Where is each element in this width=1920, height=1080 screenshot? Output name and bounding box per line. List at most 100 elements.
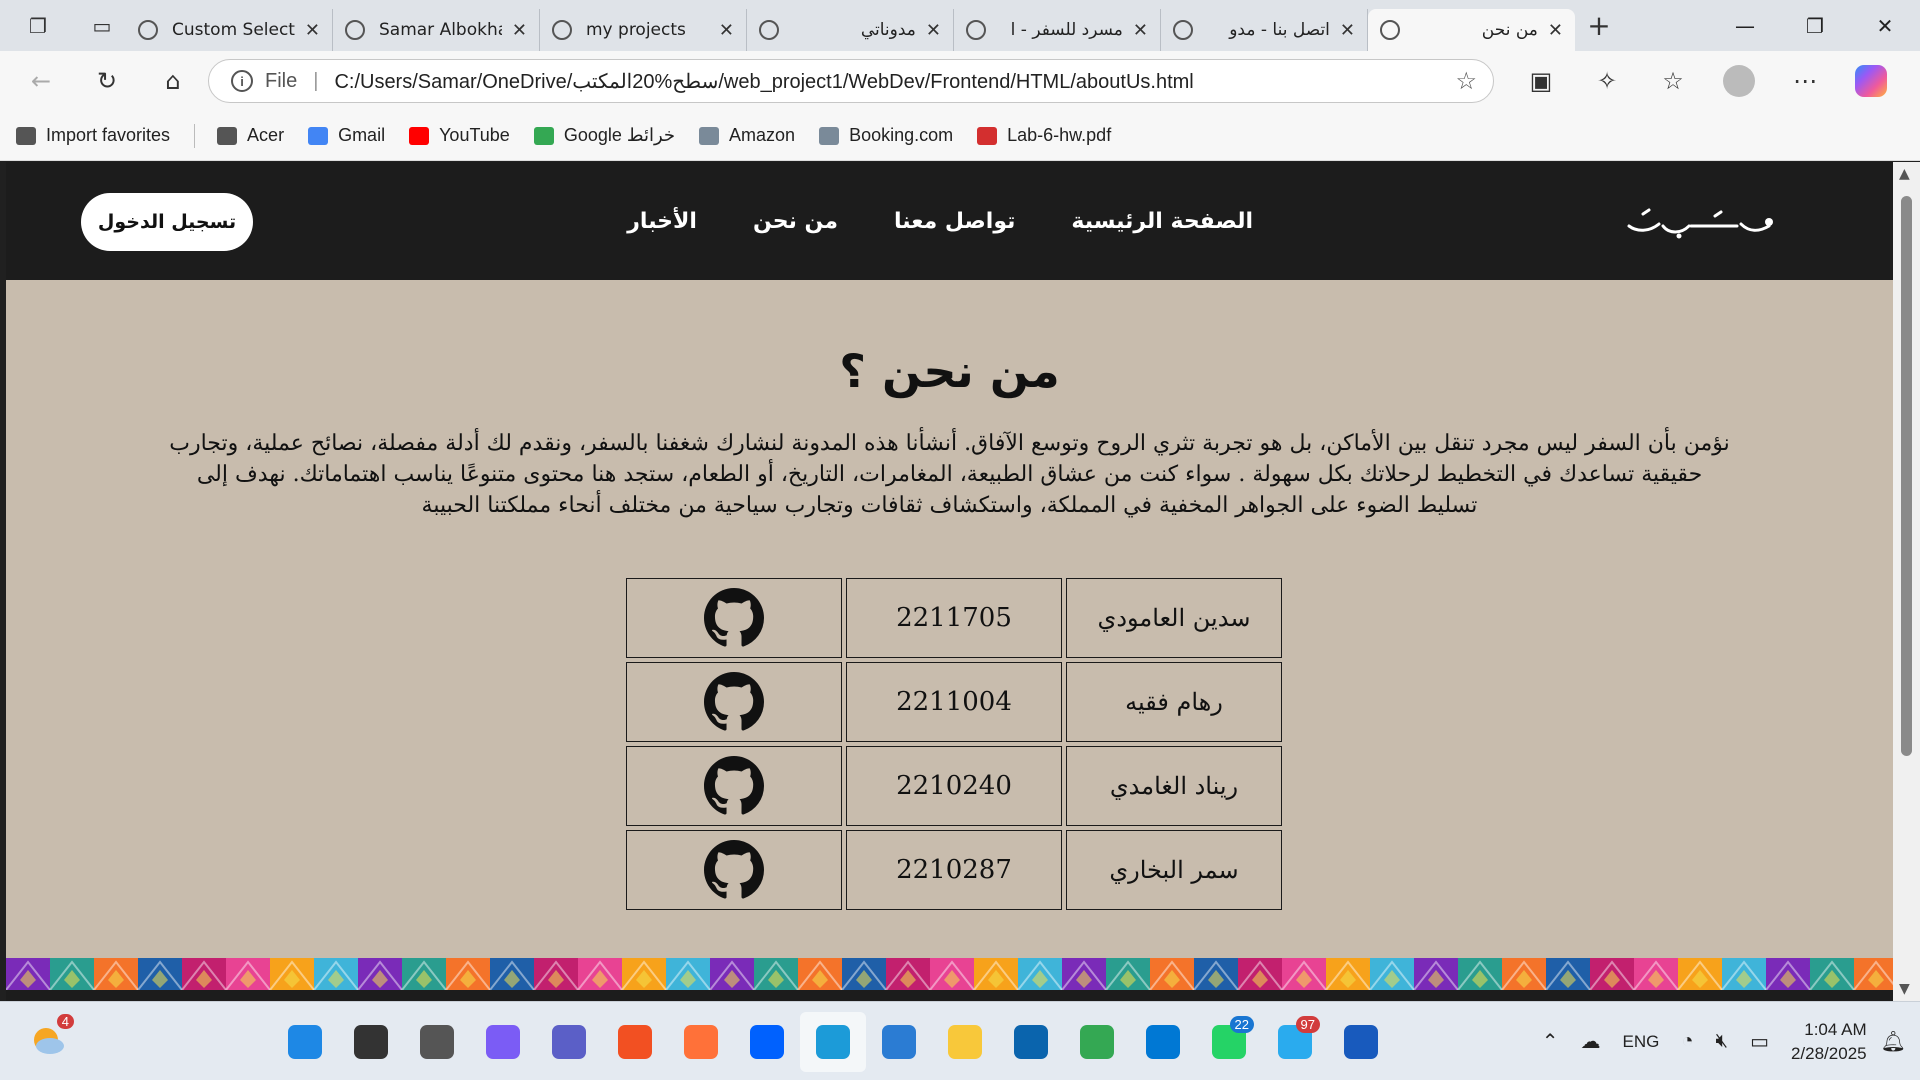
tab-title: Samar Albokhari [379, 20, 502, 40]
home-button[interactable]: ⌂ [140, 51, 206, 111]
favorite-label: Booking.com [849, 125, 954, 145]
favorite-label: Google خرائط [563, 125, 676, 145]
member-name: سدين العامودي [1066, 578, 1282, 658]
address-bar[interactable]: i File | C:/Users/Samar/OneDrive/سطح%20ا… [208, 59, 1494, 103]
scrollbar-thumb[interactable] [1901, 196, 1912, 756]
tab-title: مسرد للسفر - ا [1010, 20, 1123, 40]
nav-link[interactable]: من نحن [753, 209, 838, 234]
telegram-icon[interactable]: 97 [1262, 1012, 1328, 1072]
store-icon[interactable] [602, 1012, 668, 1072]
file-explorer-icon[interactable] [932, 1012, 998, 1072]
github-link[interactable] [626, 746, 842, 826]
whatsapp-icon[interactable]: 22 [1196, 1012, 1262, 1072]
workspaces-icon[interactable]: ❐ [20, 8, 56, 44]
onedrive-icon[interactable]: ☁ [1581, 1029, 1601, 1054]
minimize-button[interactable]: — [1710, 0, 1780, 51]
member-id: 2211705 [846, 578, 1062, 658]
search-icon[interactable] [338, 1012, 404, 1072]
weather-widget[interactable]: 4 [28, 1014, 74, 1060]
login-button[interactable]: تسجيل الدخول [81, 193, 253, 251]
close-tab-icon[interactable]: ✕ [719, 20, 734, 41]
edge-icon[interactable] [800, 1012, 866, 1072]
page-favicon-icon [552, 20, 572, 40]
wifi-icon[interactable]: ◔ [1681, 1030, 1693, 1053]
favorite-item[interactable]: Acer [217, 125, 284, 146]
pdf-icon [977, 126, 998, 145]
notification-icon[interactable]: 🔔︎ [1881, 1029, 1906, 1054]
nav-link[interactable]: الأخبار [627, 209, 697, 234]
firefox-icon[interactable] [668, 1012, 734, 1072]
close-tab-icon[interactable]: ✕ [305, 20, 320, 41]
start-icon[interactable] [272, 1012, 338, 1072]
favorite-item[interactable]: Booking.com [819, 125, 953, 146]
copilot-icon[interactable] [1838, 51, 1904, 111]
favorite-item[interactable]: Amazon [699, 125, 795, 146]
dropbox-icon[interactable] [734, 1012, 800, 1072]
calendar-icon[interactable] [866, 1012, 932, 1072]
battery-icon[interactable]: ▭ [1750, 1029, 1769, 1054]
close-tab-icon[interactable]: ✕ [1340, 20, 1355, 41]
member-name: سمر البخاري [1066, 830, 1282, 910]
back-button[interactable]: ← [8, 51, 74, 111]
github-link[interactable] [626, 830, 842, 910]
vertical-tabs-icon[interactable]: ▭ [84, 8, 120, 44]
clock-time: 1:04 AM [1804, 1019, 1867, 1039]
chrome-icon[interactable] [1064, 1012, 1130, 1072]
close-tab-icon[interactable]: ✕ [1548, 20, 1563, 41]
url-text[interactable]: C:/Users/Samar/OneDrive/سطح%20المكتب/web… [334, 69, 1455, 94]
favorite-item[interactable]: Gmail [308, 125, 385, 146]
profile-avatar[interactable] [1706, 51, 1772, 111]
nav-link[interactable]: الصفحة الرئيسية [1071, 209, 1253, 234]
close-window-button[interactable]: ✕ [1850, 0, 1920, 51]
favorite-item[interactable]: Google خرائط [533, 125, 676, 146]
extensions-icon[interactable]: ✧ [1574, 51, 1640, 111]
github-link[interactable] [626, 662, 842, 742]
more-menu-icon[interactable]: ⋯ [1772, 51, 1838, 111]
browser-tab[interactable]: my projects ✕ [540, 9, 747, 51]
browser-tab[interactable]: مسرد للسفر - ا ✕ [954, 9, 1161, 51]
taskbar-apps: 22 97 [272, 1012, 1394, 1072]
page-favicon-icon [1380, 20, 1400, 40]
site-info-icon[interactable]: i [231, 70, 253, 92]
new-tab-button[interactable]: + [1575, 5, 1623, 47]
app-badge: 97 [1295, 1016, 1320, 1033]
copilot-icon[interactable] [470, 1012, 536, 1072]
browser-tab[interactable]: Samar Albokhari ✕ [333, 9, 540, 51]
folder-icon [217, 126, 238, 145]
scroll-up-icon[interactable]: ▲ [1899, 166, 1910, 182]
outlook-icon[interactable] [998, 1012, 1064, 1072]
browser-tab[interactable]: اتصل بنا - مدو ✕ [1161, 9, 1368, 51]
word-icon[interactable] [1328, 1012, 1394, 1072]
system-tray: ⌃ ☁ ENG ◔ 🔇︎ ▭ 1:04 AM 2/28/2025 🔔︎ [1542, 1002, 1920, 1080]
reading-view-icon[interactable]: ▣ [1508, 51, 1574, 111]
language-indicator[interactable]: ENG [1623, 1032, 1660, 1052]
favorite-star-icon[interactable]: ☆ [1455, 67, 1477, 96]
clock-date: 2/28/2025 [1790, 1043, 1867, 1063]
refresh-button[interactable]: ↻ [74, 51, 140, 111]
github-link[interactable] [626, 578, 842, 658]
favorites-bar: Import favorites Acer Gmail YouTube Google خ… [0, 111, 1920, 161]
browser-tab[interactable]: من نحن ✕ [1368, 9, 1575, 51]
restore-button[interactable]: ❐ [1780, 0, 1850, 51]
close-tab-icon[interactable]: ✕ [1133, 20, 1148, 41]
page-scrollbar[interactable]: ▲ ▼ [1893, 162, 1920, 1001]
browser-tab[interactable]: مدوناتي ✕ [747, 9, 954, 51]
scroll-down-icon[interactable]: ▼ [1899, 981, 1910, 997]
clock[interactable]: 1:04 AM 2/28/2025 [1791, 1018, 1867, 1066]
favorite-item[interactable]: Import favorites [16, 125, 170, 146]
show-hidden-icons[interactable]: ⌃ [1542, 1029, 1559, 1054]
favorites-icon[interactable]: ☆ [1640, 51, 1706, 111]
close-tab-icon[interactable]: ✕ [512, 20, 527, 41]
volume-muted-icon[interactable]: 🔇︎ [1715, 1030, 1728, 1053]
site-logo [1627, 208, 1773, 239]
browser-tab[interactable]: Custom Select ✕ [126, 9, 333, 51]
vscode-icon[interactable] [1130, 1012, 1196, 1072]
main-nav: الصفحة الرئيسية تواصل معنا من نحن الأخبار [606, 162, 1253, 280]
close-tab-icon[interactable]: ✕ [926, 20, 941, 41]
address-separator: | [313, 69, 319, 92]
favorite-item[interactable]: Lab-6-hw.pdf [977, 125, 1111, 146]
nav-link[interactable]: تواصل معنا [894, 209, 1015, 234]
task-view-icon[interactable] [404, 1012, 470, 1072]
teams-icon[interactable] [536, 1012, 602, 1072]
favorite-item[interactable]: YouTube [409, 125, 510, 146]
